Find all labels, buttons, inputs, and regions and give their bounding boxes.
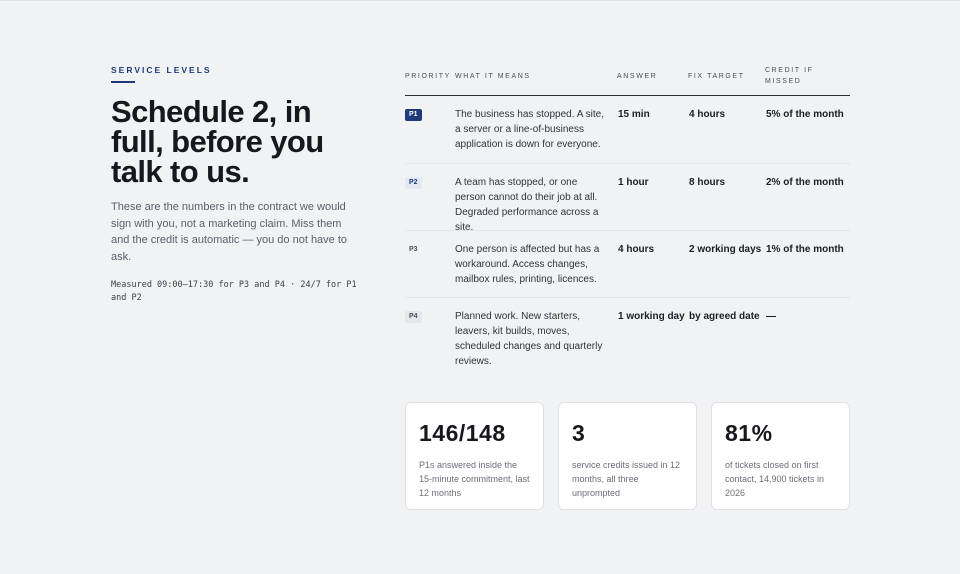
priority-badge: P4: [405, 311, 422, 323]
table-row: P2 A team has stopped, or one person can…: [405, 164, 850, 233]
credit-if-missed: 1% of the month: [766, 244, 844, 255]
section-eyebrow: SERVICE LEVELS: [111, 65, 212, 75]
priority-description: A team has stopped, or one person cannot…: [455, 177, 599, 233]
answer-time: 15 min: [618, 109, 650, 120]
fix-target: 2 working days: [689, 244, 762, 255]
column-header-answer: ANSWER: [617, 73, 658, 80]
fix-target: 4 hours: [689, 109, 726, 120]
stat-value: 3: [572, 420, 586, 446]
stat-description: of tickets closed on first contact, 14,9…: [725, 460, 825, 498]
page-title: Schedule 2, in full, before you talk to …: [111, 94, 324, 189]
intro-section: SERVICE LEVELS Schedule 2, in full, befo…: [111, 65, 361, 305]
intro-paragraph: These are the numbers in the contract we…: [111, 201, 348, 263]
priority-badge: P3: [409, 246, 418, 253]
measurement-note: Measured 09:00–17:30 for P3 and P4 · 24/…: [111, 280, 357, 303]
table-row: P3 One person is affected but has a work…: [405, 231, 850, 298]
stat-value: 81%: [725, 420, 773, 446]
fix-target: 8 hours: [689, 177, 726, 188]
priority-badge: P2: [405, 177, 422, 189]
answer-time: 4 hours: [618, 244, 655, 255]
stat-description: P1s answered inside the 15-minute commit…: [419, 460, 530, 498]
priority-badge: P1: [405, 109, 422, 121]
eyebrow-underline: [111, 81, 135, 83]
column-header-credit: CREDIT IF MISSED: [765, 67, 814, 85]
column-header-priority: PRIORITY: [405, 73, 451, 80]
answer-time: 1 working day: [618, 311, 685, 322]
answer-time: 1 hour: [618, 177, 649, 188]
credit-if-missed: 2% of the month: [766, 177, 844, 188]
priority-description: Planned work. New starters, leavers, kit…: [455, 311, 603, 367]
stat-value: 146/148: [419, 420, 506, 446]
priority-description: One person is affected but has a workaro…: [455, 244, 600, 285]
column-header-meaning: WHAT IT MEANS: [455, 73, 531, 80]
column-header-fix-target: FIX TARGET: [688, 73, 745, 80]
stat-description: service credits issued in 12 months, all…: [572, 460, 681, 498]
credit-if-missed: —: [766, 311, 776, 322]
table-row: P1 The business has stopped. A site, a s…: [405, 96, 850, 164]
stat-cards: 146/148 P1s answered inside the 15-minut…: [405, 402, 850, 510]
table-header: PRIORITY WHAT IT MEANS ANSWER FIX TARGET…: [405, 64, 850, 96]
stat-card: 81% of tickets closed on first contact, …: [711, 402, 850, 510]
sla-table: PRIORITY WHAT IT MEANS ANSWER FIX TARGET…: [405, 64, 850, 378]
table-row: P4 Planned work. New starters, leavers, …: [405, 298, 850, 378]
priority-description: The business has stopped. A site, a serv…: [455, 109, 604, 150]
top-divider: [0, 0, 960, 1]
stat-card: 3 service credits issued in 12 months, a…: [558, 402, 697, 510]
credit-if-missed: 5% of the month: [766, 109, 844, 120]
stat-card: 146/148 P1s answered inside the 15-minut…: [405, 402, 544, 510]
fix-target: by agreed date: [689, 311, 760, 322]
